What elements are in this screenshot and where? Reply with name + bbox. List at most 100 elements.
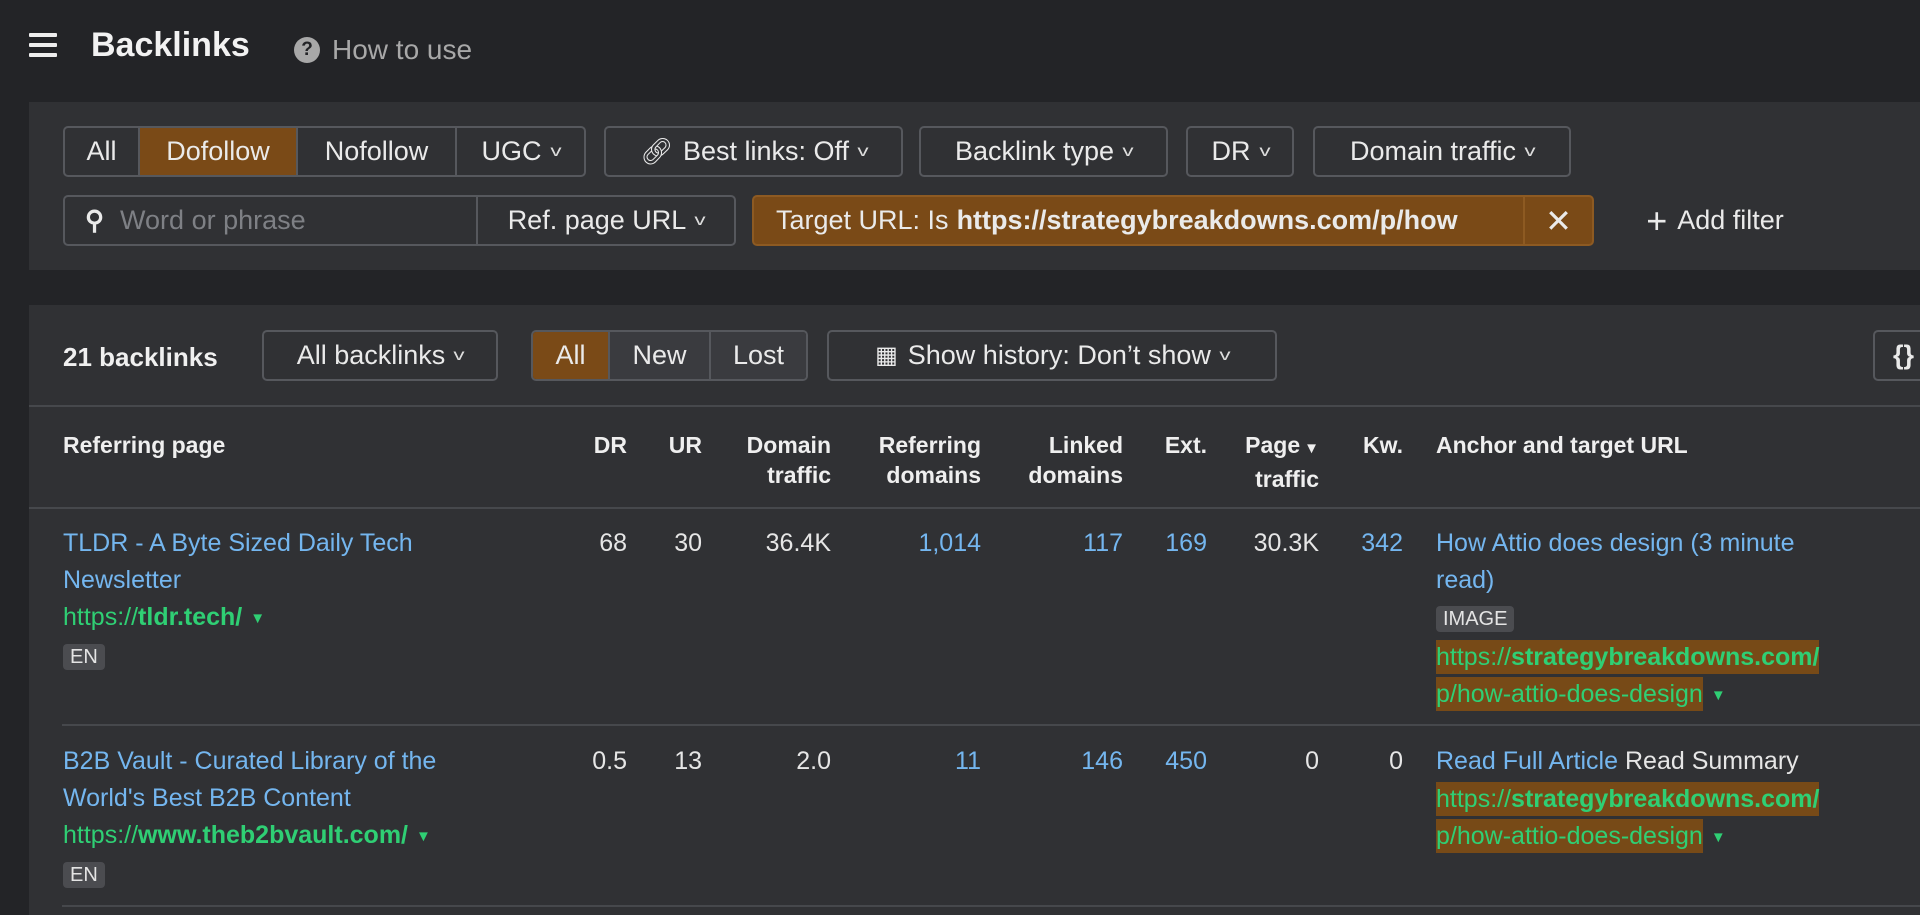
col-anchor-target[interactable]: Anchor and target URL — [1436, 430, 1688, 460]
plus-icon: + — [1646, 199, 1668, 241]
caret-down-icon[interactable]: ▼ — [1711, 829, 1726, 846]
show-history-dropdown[interactable]: ▦ Show history: Don’t show v — [827, 330, 1277, 381]
caret-down-icon[interactable]: ▼ — [250, 610, 265, 627]
menu-icon[interactable] — [29, 33, 57, 57]
header-divider-top — [29, 405, 1920, 407]
ext-link[interactable]: 450 — [1165, 743, 1207, 780]
language-badge: EN — [63, 861, 105, 888]
col-label: domains — [886, 462, 981, 488]
anchor-text[interactable]: How Attio does design (3 minute read) — [1436, 525, 1819, 599]
col-label: domains — [1028, 462, 1123, 488]
keywords-value: 0 — [1389, 747, 1403, 775]
page-title: Backlinks — [91, 26, 250, 64]
caret-down-icon[interactable]: ▼ — [1711, 687, 1726, 704]
add-filter-button[interactable]: + Add filter — [1620, 195, 1810, 246]
view-label: All backlinks — [296, 340, 446, 370]
image-badge: IMAGE — [1436, 606, 1515, 632]
filter-ugc[interactable]: UGC v — [457, 128, 584, 175]
ur-value: 30 — [674, 529, 702, 557]
referring-domains-link[interactable]: 1,014 — [918, 525, 981, 562]
dr-value: 68 — [599, 529, 627, 557]
referring-page-url[interactable]: https://www.theb2bvault.com/▼ — [63, 817, 436, 855]
best-links-label: Best links: Off — [682, 136, 850, 166]
ext-link[interactable]: 169 — [1165, 525, 1207, 562]
filter-all[interactable]: All — [65, 128, 140, 175]
linked-domains-link[interactable]: 117 — [1083, 525, 1123, 562]
domain-traffic-label: Domain traffic — [1349, 136, 1517, 166]
referring-page-title[interactable]: TLDR - A Byte Sized Daily Tech Newsletter — [63, 525, 413, 599]
col-page-traffic[interactable]: Page ▼ traffic — [1245, 430, 1319, 494]
history-label: Show history: Don’t show — [907, 340, 1211, 370]
linked-domains-link[interactable]: 146 — [1081, 743, 1123, 780]
status-tabs: All New Lost — [531, 330, 808, 381]
dr-label: DR — [1211, 136, 1251, 166]
filter-dofollow[interactable]: Dofollow — [140, 128, 298, 175]
question-icon: ? — [294, 37, 320, 63]
col-domain-traffic[interactable]: Domain traffic — [747, 430, 831, 490]
row-divider — [62, 724, 1920, 726]
referring-page-url[interactable]: https://tldr.tech/▼ — [63, 599, 413, 637]
ur-value: 13 — [674, 747, 702, 775]
target-url[interactable]: https://strategybreakdowns.com/ p/how-at… — [1436, 781, 1820, 856]
link-icon: 🔗︎ — [639, 136, 673, 166]
best-links-dropdown[interactable]: 🔗︎ Best links: Off v — [604, 126, 903, 177]
search-scope-dropdown[interactable]: Ref. page URL v — [478, 197, 734, 244]
filter-value: https://strategybreakdowns.com/p/how — [956, 205, 1458, 235]
col-ur[interactable]: UR — [669, 430, 702, 460]
link-type-segmented: All Dofollow Nofollow UGC v — [63, 126, 586, 177]
api-export-button[interactable]: {} — [1873, 330, 1920, 381]
tab-all[interactable]: All — [533, 332, 610, 379]
how-to-use-label: How to use — [332, 34, 473, 65]
col-kw[interactable]: Kw. — [1363, 430, 1403, 460]
sort-desc-icon: ▼ — [1304, 440, 1319, 457]
tab-lost[interactable]: Lost — [711, 332, 806, 379]
add-filter-label: Add filter — [1677, 205, 1784, 235]
col-linked-domains[interactable]: Linked domains — [1028, 430, 1123, 490]
backlink-type-label: Backlink type — [954, 136, 1115, 166]
dr-value: 0.5 — [592, 747, 627, 775]
active-filter-label[interactable]: Target URL: Is https://strategybreakdowns… — [754, 197, 1525, 244]
col-referring-page[interactable]: Referring page — [63, 430, 225, 460]
search-input[interactable]: ⚲ Word or phrase — [65, 197, 478, 244]
domain-traffic-value: 36.4K — [765, 529, 831, 557]
search-scope-label: Ref. page URL — [507, 205, 687, 235]
referring-domains-link[interactable]: 11 — [955, 743, 981, 780]
anchor-extra-text: Read Summary — [1624, 747, 1799, 775]
domain-traffic-value: 2.0 — [796, 747, 831, 775]
target-url[interactable]: https://strategybreakdowns.com/ p/how-at… — [1436, 639, 1820, 714]
col-ext[interactable]: Ext. — [1165, 430, 1207, 460]
filter-nofollow[interactable]: Nofollow — [298, 128, 457, 175]
chevron-down-icon: v — [1219, 346, 1231, 364]
backlinks-view-dropdown[interactable]: All backlinks v — [262, 330, 498, 381]
chevron-down-icon: v — [1258, 142, 1271, 160]
col-referring-domains[interactable]: Referring domains — [879, 430, 981, 490]
col-label: Page — [1245, 432, 1301, 458]
dr-dropdown[interactable]: DR v — [1186, 126, 1294, 177]
ugc-label: UGC — [481, 136, 542, 166]
how-to-use-link[interactable]: ? How to use — [294, 34, 472, 66]
active-filter-chip: Target URL: Is https://strategybreakdowns… — [752, 195, 1594, 246]
referring-page-title[interactable]: B2B Vault - Curated Library of the World'… — [63, 743, 436, 817]
backlink-type-dropdown[interactable]: Backlink type v — [919, 126, 1168, 177]
chevron-down-icon: v — [1122, 142, 1134, 160]
col-label: Domain — [746, 432, 831, 458]
remove-filter-close-icon[interactable]: ✕ — [1525, 197, 1592, 244]
col-dr[interactable]: DR — [594, 430, 627, 460]
filter-prefix: Target URL: Is — [776, 205, 949, 235]
keywords-link[interactable]: 342 — [1361, 525, 1403, 562]
domain-traffic-dropdown[interactable]: Domain traffic v — [1313, 126, 1571, 177]
col-label: traffic — [767, 462, 831, 488]
tab-new[interactable]: New — [610, 332, 711, 379]
page-traffic-value: 30.3K — [1253, 529, 1319, 557]
page-traffic-value: 0 — [1305, 747, 1319, 775]
chevron-down-icon: v — [453, 346, 465, 364]
search-placeholder: Word or phrase — [120, 205, 306, 235]
col-label: traffic — [1255, 466, 1319, 492]
chevron-down-icon: v — [694, 211, 706, 229]
chevron-down-icon: v — [857, 142, 869, 160]
search-group: ⚲ Word or phrase Ref. page URL v — [63, 195, 736, 246]
anchor-text[interactable]: Read Full Article — [1436, 747, 1618, 775]
caret-down-icon[interactable]: ▼ — [416, 828, 431, 845]
row-divider — [62, 905, 1920, 907]
backlinks-count: 21 backlinks — [63, 342, 218, 372]
